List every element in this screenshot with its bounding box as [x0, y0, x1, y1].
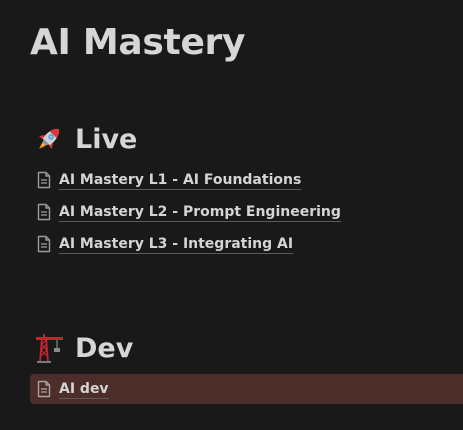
- page-link-label: AI Mastery L3 - Integrating AI: [59, 235, 294, 254]
- rocket-icon: [39, 128, 60, 149]
- notion-page: AI Mastery Live AI Mastery L1 - AI Found…: [0, 0, 463, 430]
- section-heading-dev[interactable]: Dev: [33, 331, 133, 365]
- page-icon: [37, 235, 51, 253]
- page-icon: [37, 380, 51, 398]
- page-link-l3[interactable]: AI Mastery L3 - Integrating AI: [30, 229, 463, 259]
- page-icon: [37, 203, 51, 221]
- page-link-label: AI dev: [59, 380, 109, 399]
- page-link-l2[interactable]: AI Mastery L2 - Prompt Engineering: [30, 197, 463, 227]
- page-link-ai-dev[interactable]: AI dev: [30, 374, 463, 404]
- page-title[interactable]: AI Mastery: [30, 22, 245, 63]
- section-heading-text: Dev: [75, 332, 134, 364]
- page-link-l1[interactable]: AI Mastery L1 - AI Foundations: [30, 165, 463, 195]
- page-link-label: AI Mastery L1 - AI Foundations: [59, 171, 302, 190]
- section-heading-text: Live: [75, 123, 138, 155]
- page-icon: [37, 171, 51, 189]
- page-link-label: AI Mastery L2 - Prompt Engineering: [59, 203, 341, 222]
- construction-crane-icon: [36, 334, 63, 363]
- section-heading-live[interactable]: Live: [33, 122, 137, 156]
